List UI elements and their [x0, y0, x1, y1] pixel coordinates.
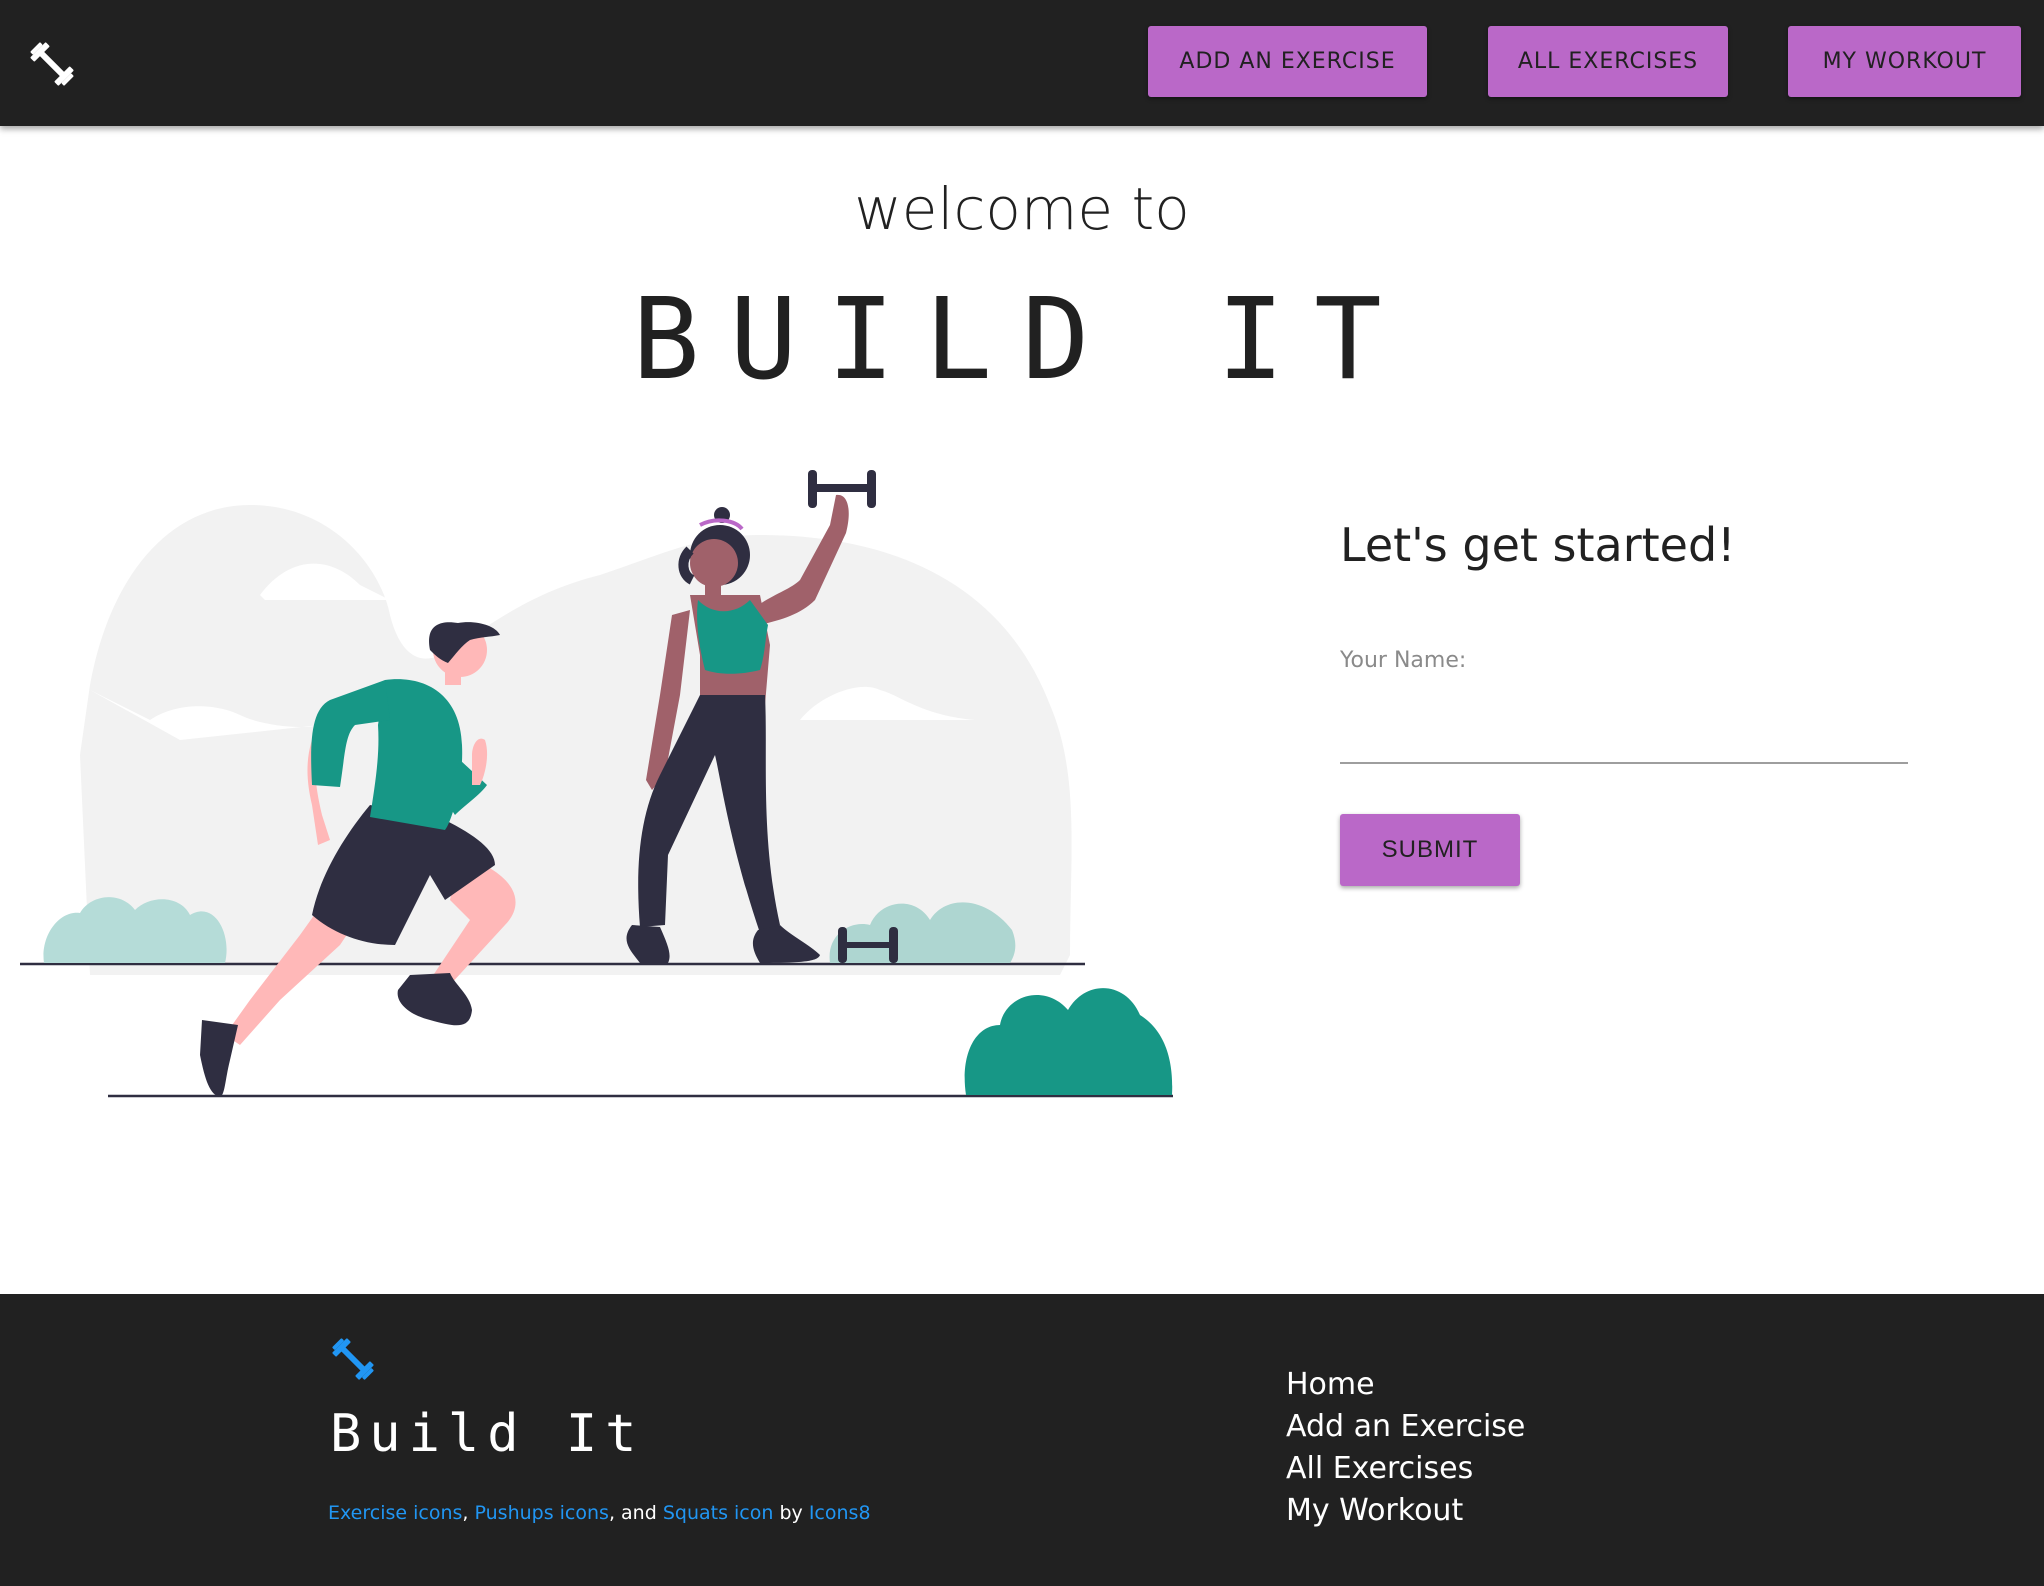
form-heading: Let's get started!	[1340, 518, 1736, 572]
exercise-icons-link[interactable]: Exercise icons	[328, 1502, 462, 1524]
footer-link-home[interactable]: Home	[1286, 1364, 1525, 1406]
credits-separator: ,	[462, 1502, 469, 1524]
footer: Build It Exercise icons, Pushups icons, …	[0, 1294, 2044, 1586]
my-workout-button[interactable]: MY WORKOUT	[1788, 26, 2021, 97]
footer-nav: Home Add an Exercise All Exercises My Wo…	[1286, 1364, 1525, 1532]
add-exercise-button[interactable]: ADD AN EXERCISE	[1148, 26, 1427, 97]
footer-link-my-workout[interactable]: My Workout	[1286, 1490, 1525, 1532]
name-input[interactable]	[1340, 690, 1908, 764]
icon-credits: Exercise icons, Pushups icons, and Squat…	[328, 1502, 871, 1524]
page-title: BUILD IT	[632, 275, 1412, 405]
name-label: Your Name:	[1340, 648, 1467, 673]
all-exercises-button[interactable]: ALL EXERCISES	[1488, 26, 1728, 97]
footer-link-add-exercise[interactable]: Add an Exercise	[1286, 1406, 1525, 1448]
icons8-link[interactable]: Icons8	[809, 1502, 871, 1524]
credits-by: by	[779, 1502, 803, 1524]
credits-separator: , and	[608, 1502, 657, 1524]
navbar: ADD AN EXERCISE ALL EXERCISES MY WORKOUT	[0, 0, 2044, 126]
welcome-text: welcome to	[854, 175, 1190, 243]
dumbbell-icon[interactable]	[28, 40, 76, 88]
squats-icon-link[interactable]: Squats icon	[663, 1502, 774, 1524]
people-exercising-illustration	[20, 470, 1173, 1098]
submit-button[interactable]: SUBMIT	[1340, 814, 1520, 886]
footer-link-all-exercises[interactable]: All Exercises	[1286, 1448, 1525, 1490]
dumbbell-icon	[332, 1338, 374, 1380]
footer-brand: Build It	[330, 1404, 645, 1464]
pushups-icons-link[interactable]: Pushups icons	[475, 1502, 609, 1524]
